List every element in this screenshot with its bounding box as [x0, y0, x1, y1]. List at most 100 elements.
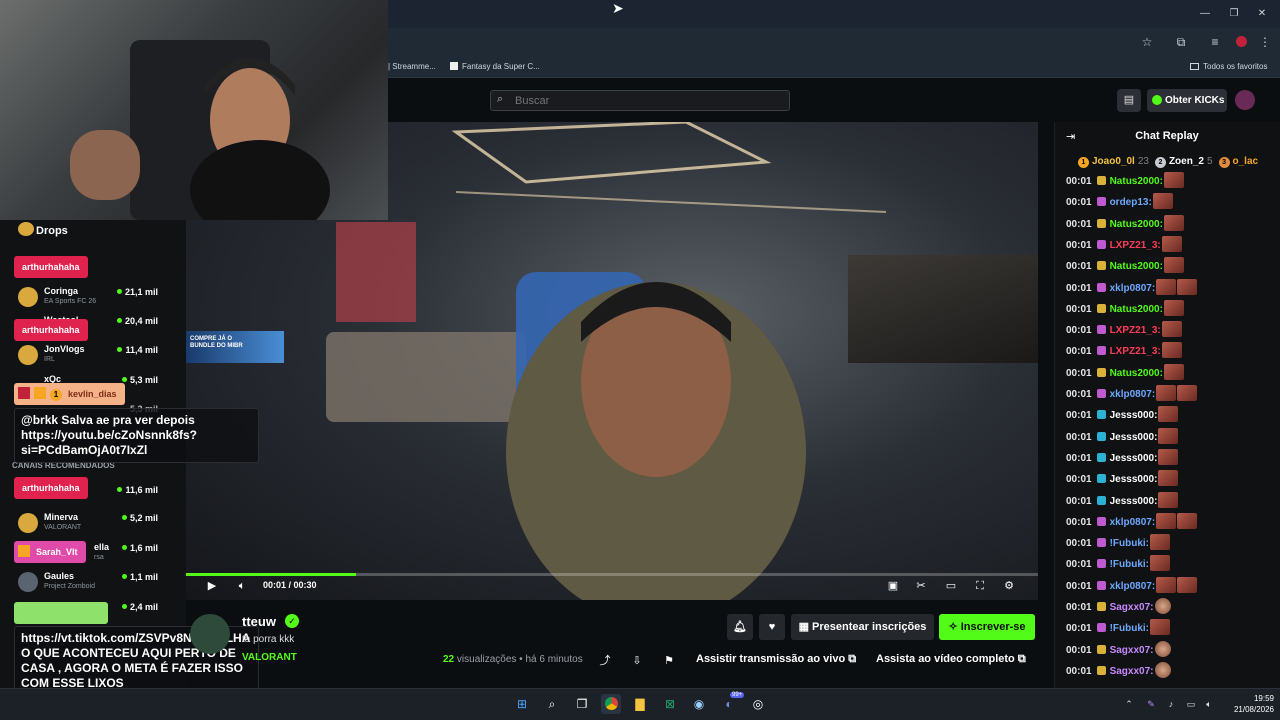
chat-username[interactable]: Jesss000: — [1110, 496, 1158, 507]
sidebar-channel[interactable]: Coringa EA Sports FC 26 21,1 mil — [8, 283, 184, 311]
chat-message[interactable]: 00:01 Jesss000: — [1066, 427, 1179, 448]
chat-username[interactable]: Natus2000: — [1110, 176, 1163, 187]
chat-username[interactable]: LXPZ21_3: — [1110, 240, 1161, 251]
pen-tray-icon[interactable]: ✎ — [1144, 697, 1158, 711]
chat-username[interactable]: Jesss000: — [1110, 453, 1158, 464]
leaderboard-entry[interactable]: 3 o_lac — [1218, 156, 1268, 168]
theater-mode-icon[interactable]: ▭ — [943, 579, 959, 593]
volume-icon[interactable]: 🔈︎ — [234, 579, 250, 593]
chrome-icon[interactable] — [601, 694, 621, 714]
chat-message[interactable]: 00:01 Natus2000: — [1066, 214, 1184, 235]
chat-username[interactable]: Jesss000: — [1110, 432, 1158, 443]
channel-avatar[interactable] — [190, 614, 230, 654]
chat-username[interactable]: xklp0807: — [1110, 389, 1156, 400]
chat-message[interactable]: 00:01 ordep13: — [1066, 193, 1173, 213]
chat-username[interactable]: LXPZ21_3: — [1110, 346, 1161, 357]
system-clock[interactable]: 19:59 21/08/2026 — [1222, 693, 1274, 715]
chat-message[interactable]: 00:01 Natus2000: — [1066, 363, 1184, 384]
leaderboard-entry[interactable]: 1 Joao0_0l 23 — [1078, 156, 1155, 168]
channel-name[interactable]: tteuw — [242, 614, 276, 629]
chat-message[interactable]: 00:01 !Fubuki: — [1066, 619, 1171, 639]
chat-message[interactable]: 00:01 Natus2000: — [1066, 257, 1184, 277]
chat-message[interactable]: 00:01 Jesss000: — [1066, 448, 1179, 469]
subscribe-button[interactable]: ✧ Inscrever-se — [939, 614, 1035, 640]
chat-message[interactable]: 00:01 LXPZ21_3: — [1066, 235, 1182, 256]
chat-username[interactable]: Natus2000: — [1110, 261, 1163, 272]
search-input[interactable] — [490, 90, 790, 111]
bookmark-item[interactable]: Fantasy da Super C... — [450, 61, 540, 73]
video-category[interactable]: VALORANT — [242, 652, 297, 663]
chat-message[interactable]: 00:01 Jesss000: — [1066, 491, 1179, 512]
restore-icon[interactable]: ❐ — [1224, 6, 1244, 22]
browser-menu-icon[interactable]: ⋮ — [1256, 33, 1274, 51]
chat-message[interactable]: 00:01 xklp0807: — [1066, 278, 1198, 299]
chat-username[interactable]: Natus2000: — [1110, 219, 1163, 230]
chat-username[interactable]: LXPZ21_3: — [1110, 325, 1161, 336]
chat-username[interactable]: xklp0807: — [1110, 517, 1156, 528]
chat-username[interactable]: xklp0807: — [1110, 283, 1156, 294]
settings-gear-icon[interactable]: ⚙ — [1001, 579, 1017, 593]
chat-username[interactable]: Sagxx07: — [1110, 645, 1154, 656]
chat-username[interactable]: Natus2000: — [1110, 368, 1163, 379]
chat-username[interactable]: !Fubuki: — [1110, 559, 1149, 570]
report-flag-icon[interactable]: ⚑ — [661, 653, 677, 669]
clip-icon[interactable]: ✂ — [913, 579, 929, 593]
chat-message[interactable]: 00:01 Natus2000: — [1066, 172, 1184, 192]
profile-icon[interactable] — [1232, 33, 1250, 51]
chat-message[interactable]: 00:01 Natus2000: — [1066, 299, 1184, 320]
share-icon[interactable]: ⤴ — [597, 653, 613, 669]
bookmark-item[interactable]: | Streamme... — [388, 61, 436, 73]
microphone-icon[interactable]: ♪ — [1164, 697, 1178, 711]
excel-icon[interactable]: ⊠ — [660, 694, 680, 714]
chat-message[interactable]: 00:01 LXPZ21_3: — [1066, 342, 1182, 362]
sidebar-channel[interactable]: Minerva VALORANT 5,2 mil — [8, 509, 184, 537]
chat-message[interactable]: 00:01 xklp0807: — [1066, 576, 1198, 597]
user-avatar[interactable] — [1235, 90, 1255, 110]
fullscreen-icon[interactable]: ⛶ — [972, 579, 988, 593]
sidebar-channel[interactable]: Gaules Project Zomboid 1,1 mil — [8, 568, 184, 596]
chat-username[interactable]: Natus2000: — [1110, 304, 1163, 315]
chat-message[interactable]: 00:01 Sagxx07: — [1066, 661, 1171, 682]
speaker-icon[interactable]: 🔈︎ — [1202, 697, 1216, 711]
bookmarks-folder[interactable]: Todos os favoritos — [1190, 61, 1267, 73]
close-icon[interactable]: ✕ — [1252, 6, 1272, 22]
follow-heart-button[interactable]: ♥ — [759, 614, 785, 640]
chat-message[interactable]: 00:01 xklp0807: — [1066, 385, 1198, 405]
chat-message[interactable]: 00:01 !Fubuki: — [1066, 534, 1171, 554]
chat-message[interactable]: 00:01 Sagxx07: — [1066, 598, 1171, 618]
extensions-icon[interactable]: ⧉ — [1172, 33, 1190, 51]
chat-username[interactable]: xklp0807: — [1110, 581, 1156, 592]
download-icon[interactable]: ⇩ — [629, 653, 645, 669]
gift-subscriptions-button[interactable]: ▦ Presentear inscrições — [791, 614, 934, 640]
bookmark-star-icon[interactable]: ☆ — [1138, 33, 1156, 51]
watch-full-video-link[interactable]: Assista ao vídeo completo ⧉ — [876, 653, 1026, 666]
miniplayer-icon[interactable]: ▣ — [885, 579, 901, 593]
task-view-icon[interactable]: ❐ — [572, 694, 592, 714]
chat-message[interactable]: 00:01 !Fubuki: — [1066, 555, 1171, 575]
leaderboard-entry[interactable]: 2 Zoen_2 5 — [1154, 156, 1219, 168]
chat-username[interactable]: !Fubuki: — [1110, 623, 1149, 634]
layout-toggle-button[interactable]: ▤ — [1117, 89, 1141, 112]
chat-username[interactable]: Sagxx07: — [1110, 666, 1154, 677]
media-control-icon[interactable]: ≡ — [1206, 33, 1224, 51]
chat-username[interactable]: Jesss000: — [1110, 410, 1158, 421]
chat-username[interactable]: ordep13: — [1110, 197, 1152, 208]
sidebar-channel[interactable]: JonVlogs IRL 11,4 mil — [8, 341, 184, 369]
chat-username[interactable]: Jesss000: — [1110, 474, 1158, 485]
notification-bell-button[interactable]: 🔔︎ — [727, 614, 753, 640]
network-icon[interactable]: ▭ — [1184, 697, 1198, 711]
search-icon[interactable]: ⌕ — [542, 694, 562, 714]
tray-chevron-up-icon[interactable]: ⌃ — [1122, 697, 1136, 711]
minimize-icon[interactable]: — — [1195, 6, 1215, 22]
file-explorer-icon[interactable]: ▇ — [630, 694, 650, 714]
chat-message[interactable]: 00:01 Sagxx07: — [1066, 640, 1171, 661]
obs-icon[interactable]: ◎ — [748, 694, 768, 714]
chat-username[interactable]: !Fubuki: — [1110, 538, 1149, 549]
play-icon[interactable]: ▶ — [204, 579, 220, 593]
steam-icon[interactable]: ◉ — [689, 694, 709, 714]
chat-message[interactable]: 00:01 LXPZ21_3: — [1066, 321, 1182, 341]
chat-message[interactable]: 00:01 Jesss000: — [1066, 406, 1179, 426]
drops-link[interactable]: Drops — [18, 222, 68, 237]
chat-message[interactable]: 00:01 Jesss000: — [1066, 470, 1179, 490]
watch-live-link[interactable]: Assistir transmissão ao vivo ⧉ — [696, 653, 856, 666]
